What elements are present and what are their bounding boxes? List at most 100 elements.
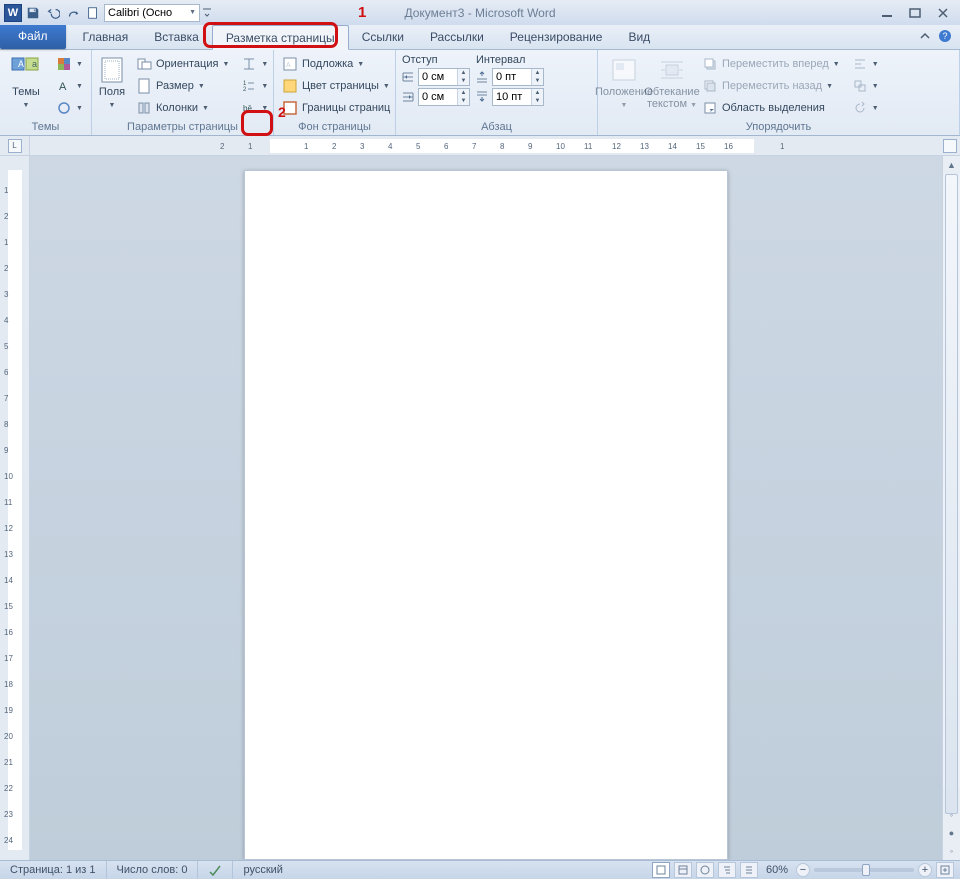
tab-mailings[interactable]: Рассылки — [417, 25, 497, 49]
selection-pane-button[interactable]: Область выделения — [698, 98, 844, 118]
page-borders-button[interactable]: Границы страниц — [278, 98, 394, 118]
ruler-toggle[interactable] — [940, 136, 960, 155]
group-label-page-setup: Параметры страницы — [96, 120, 269, 135]
group-paragraph: Отступ 0 см▲▼ 0 см▲▼ Интервал 0 пт▲▼ 10 … — [396, 50, 598, 135]
window-controls — [878, 5, 960, 21]
close-button[interactable] — [934, 5, 952, 21]
watermark-button[interactable]: AПодложка ▼ — [278, 54, 394, 74]
redo-icon[interactable] — [64, 4, 82, 22]
group-label-arrange: Упорядочить — [602, 120, 955, 135]
qat-more-icon[interactable] — [202, 6, 212, 20]
hyphenation-button[interactable]: bē▼ — [237, 98, 272, 118]
view-print-layout[interactable] — [652, 862, 670, 878]
line-numbers-button[interactable]: 12▼ — [237, 76, 272, 96]
themes-button[interactable]: Aa Темы▼ — [4, 52, 48, 120]
scroll-up-button[interactable]: ▲ — [943, 156, 960, 174]
group-themes: Aa Темы▼ ▼ A▼ ▼ Темы — [0, 50, 92, 135]
group-label-paragraph: Абзац — [400, 120, 593, 135]
horizontal-ruler-row: L 21123456789101112131415161 — [0, 136, 960, 156]
theme-fonts-button[interactable]: A▼ — [52, 76, 87, 96]
status-word-count[interactable]: Число слов: 0 — [107, 861, 199, 879]
tab-references[interactable]: Ссылки — [349, 25, 417, 49]
save-icon[interactable] — [24, 4, 42, 22]
tab-home[interactable]: Главная — [70, 25, 142, 49]
indent-left-spinbox[interactable]: 0 см▲▼ — [418, 68, 470, 86]
file-tab[interactable]: Файл — [0, 25, 66, 49]
status-proofing[interactable] — [198, 861, 233, 879]
send-backward-button: Переместить назад ▼ — [698, 76, 844, 96]
minimize-button[interactable] — [878, 5, 896, 21]
help-icon[interactable]: ? — [938, 29, 952, 46]
quick-access-toolbar: W Calibri (Осно▼ — [0, 2, 216, 24]
svg-text:a: a — [32, 59, 37, 69]
rotate-button: ▼ — [848, 98, 883, 118]
zoom-in-button[interactable]: + — [918, 863, 932, 877]
next-page-button[interactable]: ◦ — [943, 842, 960, 860]
page[interactable] — [244, 170, 728, 860]
font-selector[interactable]: Calibri (Осно▼ — [104, 4, 200, 22]
theme-colors-button[interactable]: ▼ — [52, 54, 87, 74]
new-doc-icon[interactable] — [84, 4, 102, 22]
tab-page-layout[interactable]: Разметка страницы — [212, 25, 349, 50]
indent-header: Отступ — [400, 54, 470, 66]
spacing-after-spinbox[interactable]: 10 пт▲▼ — [492, 88, 544, 106]
indent-left-icon — [400, 69, 416, 85]
status-language[interactable]: русский — [233, 861, 292, 879]
spacing-before-spinbox[interactable]: 0 пт▲▼ — [492, 68, 544, 86]
size-button[interactable]: Размер ▼ — [132, 76, 233, 96]
undo-icon[interactable] — [44, 4, 62, 22]
tab-review[interactable]: Рецензирование — [497, 25, 616, 49]
tab-selector[interactable]: L — [0, 136, 30, 155]
ribbon: Aa Темы▼ ▼ A▼ ▼ Темы Поля▼ Ориентация ▼ … — [0, 50, 960, 136]
workspace: 1212345678910111213141516171819202122232… — [0, 156, 960, 860]
group-label-page-bg: Фон страницы — [278, 120, 391, 135]
group-label-themes: Темы — [4, 120, 87, 135]
document-area[interactable] — [30, 156, 942, 860]
svg-text:A: A — [59, 81, 67, 93]
orientation-button[interactable]: Ориентация ▼ — [132, 54, 233, 74]
minimize-ribbon-icon[interactable] — [918, 29, 932, 46]
tab-insert[interactable]: Вставка — [141, 25, 212, 49]
bring-forward-button: Переместить вперед ▼ — [698, 54, 844, 74]
breaks-button[interactable]: ▼ — [237, 54, 272, 74]
ribbon-tabs: Файл Главная Вставка Разметка страницы С… — [0, 25, 960, 50]
view-outline[interactable] — [718, 862, 736, 878]
svg-text:A: A — [18, 59, 24, 69]
status-page[interactable]: Страница: 1 из 1 — [0, 861, 107, 879]
page-color-button[interactable]: Цвет страницы ▼ — [278, 76, 394, 96]
maximize-button[interactable] — [906, 5, 924, 21]
svg-text:2: 2 — [243, 87, 247, 93]
indent-right-icon — [400, 89, 416, 105]
theme-effects-button[interactable]: ▼ — [52, 98, 87, 118]
browse-object-button[interactable]: ● — [943, 824, 960, 842]
group-arrange: Положение▼ Обтеканиетекстом ▼ Переместит… — [598, 50, 960, 135]
vertical-scrollbar[interactable]: ▲ ▼ ◦ ● ◦ — [942, 156, 960, 860]
indent-right-spinbox[interactable]: 0 см▲▼ — [418, 88, 470, 106]
zoom-level[interactable]: 60% — [766, 864, 788, 876]
columns-button[interactable]: Колонки ▼ — [132, 98, 233, 118]
svg-text:A: A — [286, 62, 291, 69]
tab-view[interactable]: Вид — [615, 25, 663, 49]
align-button: ▼ — [848, 54, 883, 74]
horizontal-ruler[interactable]: 21123456789101112131415161 — [30, 136, 940, 155]
view-draft[interactable] — [740, 862, 758, 878]
view-web-layout[interactable] — [696, 862, 714, 878]
zoom-fit-button[interactable] — [936, 862, 954, 878]
scroll-thumb[interactable] — [945, 174, 958, 814]
position-button: Положение▼ — [602, 52, 646, 120]
wrap-text-button: Обтеканиетекстом ▼ — [650, 52, 694, 120]
view-full-screen[interactable] — [674, 862, 692, 878]
svg-text:bē: bē — [243, 104, 252, 113]
annotation-number-2: 2 — [278, 104, 286, 120]
annotation-number-1: 1 — [358, 4, 366, 21]
spacing-before-icon — [474, 69, 490, 85]
title-bar: W Calibri (Осно▼ Документ3 - Microsoft W… — [0, 0, 960, 25]
svg-text:?: ? — [942, 31, 947, 41]
margins-button[interactable]: Поля▼ — [96, 52, 128, 120]
vertical-ruler[interactable]: 1212345678910111213141516171819202122232… — [0, 156, 30, 860]
zoom-out-button[interactable]: − — [796, 863, 810, 877]
zoom-slider[interactable] — [814, 868, 914, 872]
word-app-icon[interactable]: W — [4, 4, 22, 22]
spacing-header: Интервал — [474, 54, 544, 66]
status-bar: Страница: 1 из 1 Число слов: 0 русский 6… — [0, 860, 960, 879]
